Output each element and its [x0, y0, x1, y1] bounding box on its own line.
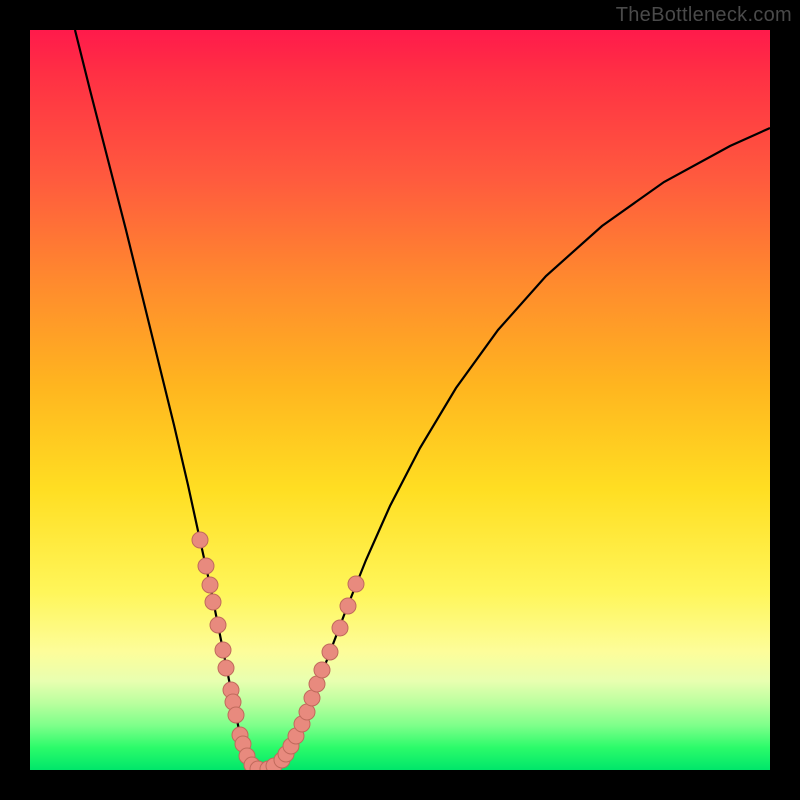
data-dot [202, 577, 218, 593]
curve-left-branch [75, 30, 262, 770]
data-dot [192, 532, 208, 548]
data-dot [215, 642, 231, 658]
bottleneck-curve [30, 30, 770, 770]
data-dot [210, 617, 226, 633]
data-dot [340, 598, 356, 614]
data-dot [348, 576, 364, 592]
dots-left-cluster [192, 532, 266, 770]
dots-right-cluster [260, 576, 364, 770]
watermark-text: TheBottleneck.com [616, 4, 792, 27]
outer-frame: TheBottleneck.com [0, 0, 800, 800]
data-dot [332, 620, 348, 636]
data-dot [322, 644, 338, 660]
data-dot [228, 707, 244, 723]
curve-right-branch [262, 128, 770, 770]
plot-area [30, 30, 770, 770]
data-dot [218, 660, 234, 676]
data-dot [205, 594, 221, 610]
data-dot [198, 558, 214, 574]
data-dot [314, 662, 330, 678]
